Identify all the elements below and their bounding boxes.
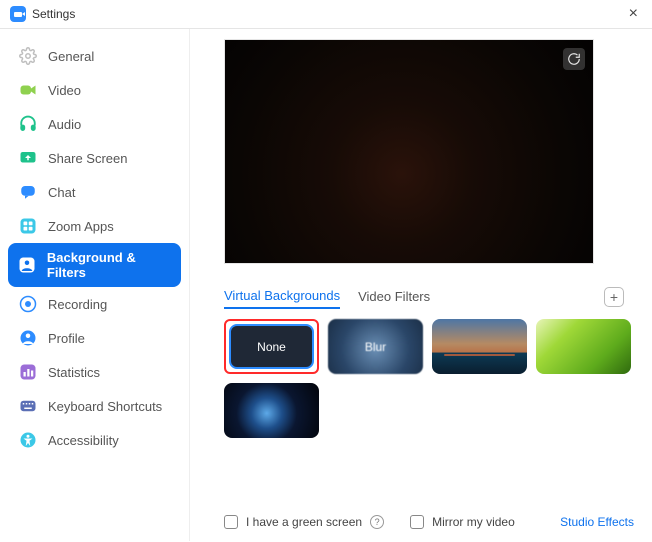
sidebar: General Video Audio Share Screen Chat: [0, 29, 190, 541]
background-none[interactable]: None: [224, 319, 319, 374]
background-image-earth[interactable]: [224, 383, 319, 438]
app-logo-icon: [10, 6, 26, 22]
sidebar-item-label: Keyboard Shortcuts: [48, 399, 162, 414]
keyboard-icon: [18, 396, 38, 416]
background-thumbnails: None Blur: [224, 319, 634, 438]
sidebar-item-video[interactable]: Video: [8, 73, 181, 107]
profile-icon: [18, 328, 38, 348]
sidebar-item-label: Recording: [48, 297, 107, 312]
sidebar-item-label: Video: [48, 83, 81, 98]
headphones-icon: [18, 114, 38, 134]
sidebar-item-zoom-apps[interactable]: Zoom Apps: [8, 209, 181, 243]
titlebar: Settings ×: [0, 0, 652, 29]
sidebar-item-label: Statistics: [48, 365, 100, 380]
sidebar-item-keyboard-shortcuts[interactable]: Keyboard Shortcuts: [8, 389, 181, 423]
close-button[interactable]: ×: [625, 6, 642, 22]
green-screen-checkbox[interactable]: [224, 515, 238, 529]
add-background-button[interactable]: +: [604, 287, 624, 307]
sidebar-item-label: General: [48, 49, 94, 64]
background-blur-label: Blur: [365, 340, 386, 354]
sidebar-item-label: Chat: [48, 185, 75, 200]
video-icon: [18, 80, 38, 100]
sidebar-item-profile[interactable]: Profile: [8, 321, 181, 355]
share-screen-icon: [18, 148, 38, 168]
window-title: Settings: [32, 7, 75, 21]
sidebar-item-accessibility[interactable]: Accessibility: [8, 423, 181, 457]
sidebar-item-label: Zoom Apps: [48, 219, 114, 234]
apps-icon: [18, 216, 38, 236]
video-preview: [224, 39, 594, 264]
background-blur[interactable]: Blur: [328, 319, 423, 374]
sidebar-item-statistics[interactable]: Statistics: [8, 355, 181, 389]
background-none-label: None: [257, 340, 286, 354]
sidebar-item-label: Audio: [48, 117, 81, 132]
footer-row: I have a green screen ? Mirror my video …: [224, 515, 634, 529]
accessibility-icon: [18, 430, 38, 450]
sidebar-item-background-filters[interactable]: Background & Filters: [8, 243, 181, 287]
tab-video-filters[interactable]: Video Filters: [358, 285, 430, 308]
recording-icon: [18, 294, 38, 314]
sidebar-item-label: Profile: [48, 331, 85, 346]
background-image-grass[interactable]: [536, 319, 631, 374]
sidebar-item-chat[interactable]: Chat: [8, 175, 181, 209]
content: General Video Audio Share Screen Chat: [0, 29, 652, 541]
mirror-checkbox[interactable]: [410, 515, 424, 529]
statistics-icon: [18, 362, 38, 382]
rotate-button[interactable]: [563, 48, 585, 70]
titlebar-left: Settings: [10, 6, 75, 22]
background-image-bridge[interactable]: [432, 319, 527, 374]
studio-effects-link[interactable]: Studio Effects: [560, 515, 634, 529]
sidebar-item-recording[interactable]: Recording: [8, 287, 181, 321]
mirror-label: Mirror my video: [432, 515, 515, 529]
tabs: Virtual Backgrounds Video Filters +: [224, 284, 624, 309]
sidebar-item-audio[interactable]: Audio: [8, 107, 181, 141]
main-panel: Virtual Backgrounds Video Filters + None…: [190, 29, 652, 541]
tab-virtual-backgrounds[interactable]: Virtual Backgrounds: [224, 284, 340, 309]
sidebar-item-label: Accessibility: [48, 433, 119, 448]
green-screen-help-icon[interactable]: ?: [370, 515, 384, 529]
chat-icon: [18, 182, 38, 202]
green-screen-label: I have a green screen: [246, 515, 362, 529]
background-icon: [18, 255, 37, 275]
sidebar-item-share-screen[interactable]: Share Screen: [8, 141, 181, 175]
sidebar-item-general[interactable]: General: [8, 39, 181, 73]
sidebar-item-label: Share Screen: [48, 151, 128, 166]
sidebar-item-label: Background & Filters: [47, 250, 171, 280]
gear-icon: [18, 46, 38, 66]
